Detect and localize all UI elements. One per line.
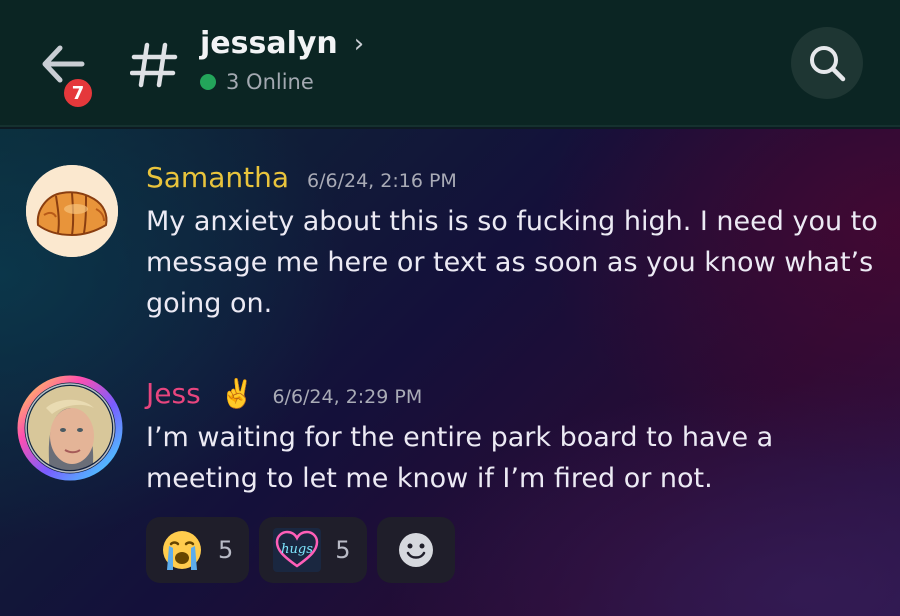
search-button[interactable] [791, 27, 863, 99]
reaction-bar: 5 hugs 5 [146, 517, 455, 583]
message-header: Samantha 6/6/24, 2:16 PM [146, 161, 457, 194]
channel-header: 7 jessalyn › 3 Online [0, 0, 900, 127]
message-timestamp: 6/6/24, 2:16 PM [307, 170, 457, 192]
author-name[interactable]: Jess ✌️ [146, 377, 254, 410]
author-name[interactable]: Samantha [146, 161, 289, 194]
hugs-neon-sticker-icon: hugs [273, 528, 322, 572]
hugs-sticker-text: hugs [281, 542, 313, 557]
reaction-hugs[interactable]: hugs 5 [259, 517, 367, 583]
peace-emoji: ✌️ [219, 377, 255, 410]
reaction-count: 5 [335, 536, 351, 564]
avatar-samantha[interactable] [26, 165, 118, 257]
channel-title-button[interactable]: jessalyn › [200, 26, 364, 61]
jess-avatar-image [17, 375, 123, 481]
online-count: 3 Online [226, 70, 314, 94]
loudly-crying-emoji-icon [163, 531, 201, 570]
search-icon [810, 46, 846, 82]
avatar-jess[interactable] [16, 374, 124, 482]
message-timestamp: 6/6/24, 2:29 PM [272, 386, 423, 408]
smiley-icon [398, 533, 433, 567]
reaction-count: 5 [218, 536, 234, 564]
message-text: My anxiety about this is so fucking high… [146, 206, 878, 319]
croissant-avatar-image [26, 165, 118, 257]
message-list: Samantha 6/6/24, 2:16 PM My anxiety abou… [0, 129, 900, 616]
online-status: 3 Online [200, 70, 314, 94]
channel-name: jessalyn [200, 26, 338, 61]
add-reaction-button[interactable] [376, 517, 455, 583]
chevron-right-icon: › [353, 28, 365, 59]
reaction-crying[interactable]: 5 [146, 517, 250, 583]
online-dot [200, 74, 216, 90]
hash-icon [130, 42, 178, 88]
unread-badge: 7 [61, 76, 95, 110]
back-button[interactable]: 7 [34, 36, 95, 110]
message-header: Jess ✌️ 6/6/24, 2:29 PM [146, 377, 422, 410]
message-text: I’m waiting for the entire park board to… [146, 422, 774, 494]
